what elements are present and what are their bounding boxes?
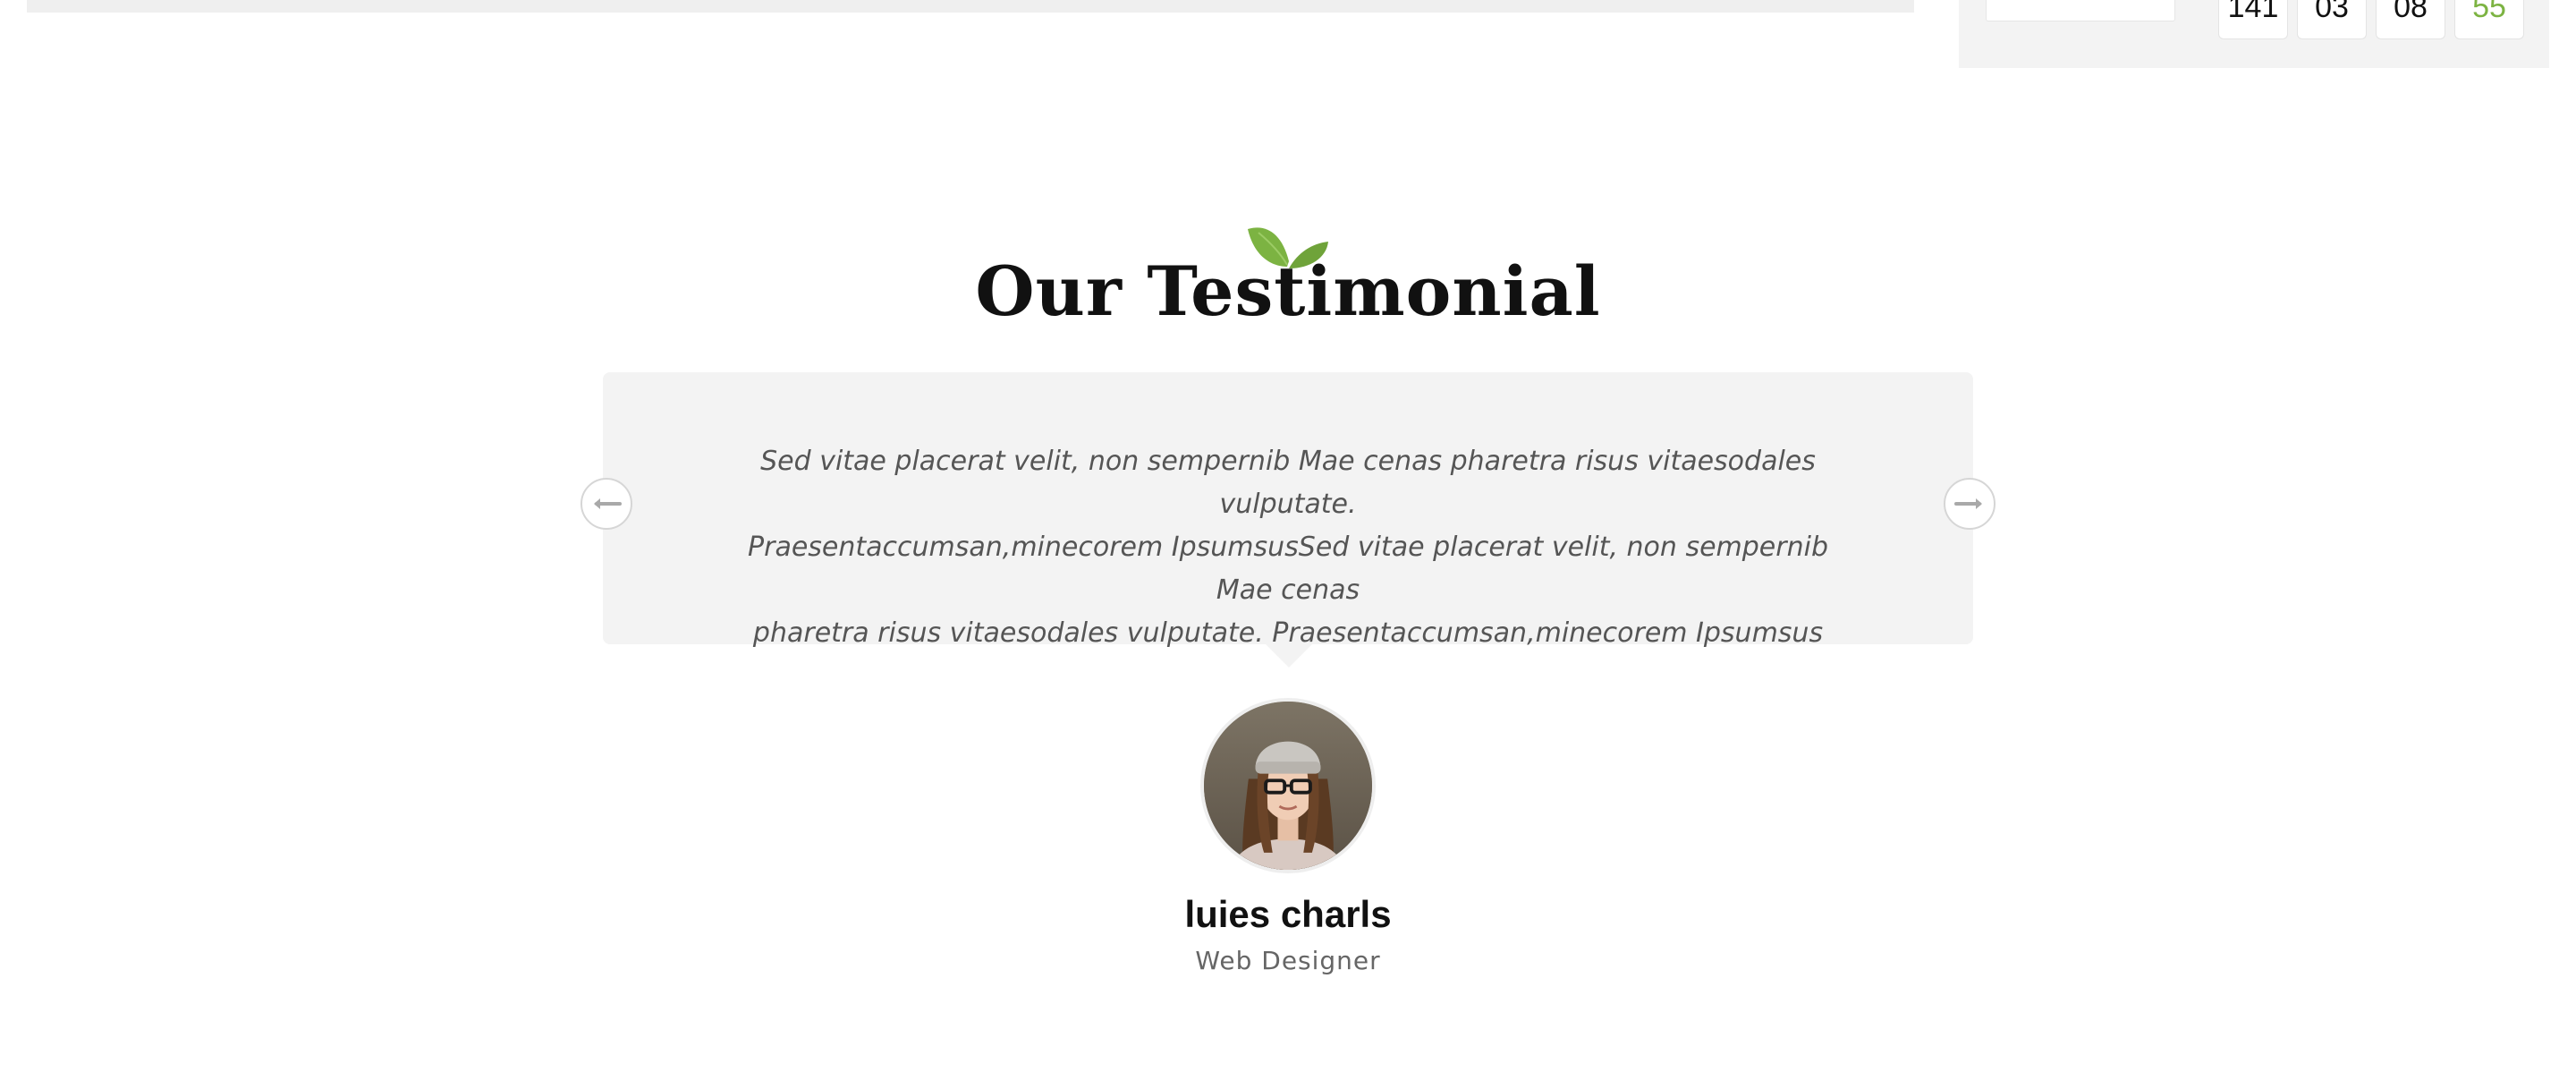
prev-testimonial-button[interactable] (580, 478, 632, 530)
quote-line: pharetra risus vitaesodales vulputate. P… (752, 617, 1824, 649)
countdown-panel: 141 03 08 55 (1959, 0, 2549, 68)
previous-section-strip (27, 0, 1914, 13)
page: 141 03 08 55 Our Testimonial Sed vitae p… (0, 0, 2576, 1072)
countdown-seconds: 55 (2454, 0, 2524, 39)
author-name: luies charls (1184, 893, 1392, 935)
countdown-hours: 03 (2297, 0, 2367, 39)
countdown-minutes: 08 (2376, 0, 2445, 39)
author-avatar (1200, 698, 1376, 873)
testimonial-quote: Sed vitae placerat velit, non sempernib … (733, 440, 1843, 655)
quote-line: Sed vitae placerat velit, non sempernib … (760, 446, 1816, 520)
quote-line: Praesentaccumsan,minecorem IpsumsusSed v… (748, 532, 1828, 606)
sidebar-input-field[interactable] (1986, 0, 2175, 21)
countdown-days: 141 (2218, 0, 2288, 39)
arrow-left-icon (594, 498, 622, 509)
author-role: Web Designer (1195, 946, 1381, 975)
section-title: Our Testimonial (975, 251, 1601, 331)
next-testimonial-button[interactable] (1944, 478, 1996, 530)
arrow-right-icon (1954, 498, 1982, 509)
